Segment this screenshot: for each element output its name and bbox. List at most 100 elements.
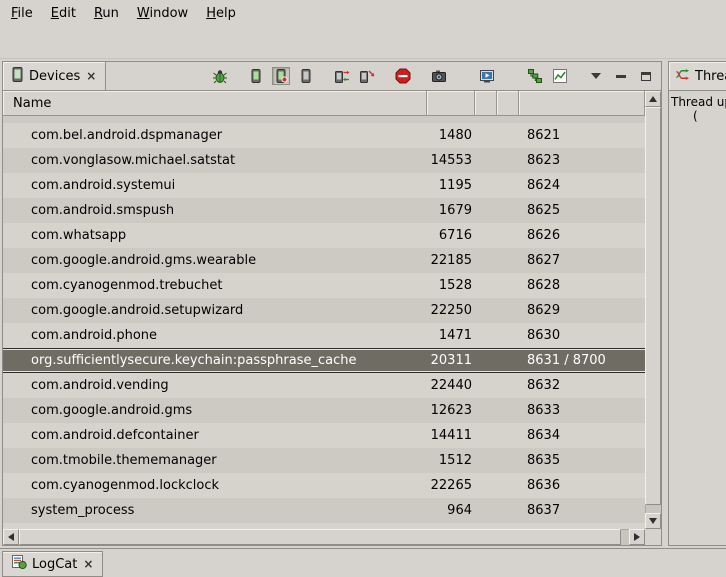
threads-icon bbox=[675, 67, 690, 86]
pid-cell: 14553 bbox=[427, 153, 475, 168]
menubar: File Edit Run Window Help bbox=[0, 0, 726, 26]
horizontal-scrollbar[interactable] bbox=[3, 529, 645, 545]
device-icon bbox=[11, 67, 24, 86]
scroll-right-icon[interactable] bbox=[629, 529, 645, 545]
column-header-port[interactable] bbox=[519, 91, 645, 116]
ddms-window: File Edit Run Window Help Devices × bbox=[0, 0, 726, 577]
start-method-profiling-icon[interactable] bbox=[358, 67, 376, 85]
pid-cell: 22185 bbox=[427, 253, 475, 268]
threads-message-line1: Thread up bbox=[671, 95, 724, 109]
process-name-cell: com.tmobile.thememanager bbox=[3, 453, 427, 468]
update-threads-icon[interactable] bbox=[333, 67, 351, 85]
pid-cell: 22250 bbox=[427, 303, 475, 318]
scroll-left-icon[interactable] bbox=[3, 529, 19, 545]
heap-stack-icon[interactable] bbox=[526, 67, 544, 85]
table-row[interactable]: org.sufficientlysecure.keychain:passphra… bbox=[3, 348, 645, 373]
close-icon[interactable]: × bbox=[85, 69, 97, 83]
process-name-cell: com.android.phone bbox=[3, 328, 427, 343]
minimize-icon[interactable] bbox=[612, 67, 630, 85]
process-table: Name com.bel.android.dspmanager 1480 862… bbox=[3, 91, 661, 545]
scrollbar-corner bbox=[645, 529, 661, 545]
pid-cell: 22440 bbox=[427, 378, 475, 393]
pid-cell: 14411 bbox=[427, 428, 475, 443]
update-heap-icon[interactable] bbox=[247, 67, 265, 85]
menu-edit[interactable]: Edit bbox=[42, 2, 85, 25]
menu-file[interactable]: File bbox=[2, 2, 42, 25]
table-row[interactable]: com.google.android.gms.wearable 22185 86… bbox=[3, 248, 645, 273]
pid-cell: 1528 bbox=[427, 278, 475, 293]
screen-record-icon[interactable] bbox=[478, 67, 496, 85]
port-cell: 8636 bbox=[519, 478, 645, 493]
process-name-cell: com.bel.android.dspmanager bbox=[3, 128, 427, 143]
pid-cell: 20311 bbox=[427, 353, 475, 368]
port-cell: 8626 bbox=[519, 228, 645, 243]
devices-toolbar bbox=[204, 62, 661, 90]
table-row[interactable]: com.whatsapp 6716 8626 bbox=[3, 223, 645, 248]
threads-titlebar: Threads bbox=[669, 62, 726, 91]
threads-view: Threads Thread up ( bbox=[668, 61, 726, 546]
logcat-icon bbox=[11, 554, 27, 574]
network-graph-icon[interactable] bbox=[551, 67, 569, 85]
port-cell: 8629 bbox=[519, 303, 645, 318]
menu-help[interactable]: Help bbox=[197, 2, 245, 25]
column-header-a[interactable] bbox=[475, 91, 497, 116]
bottom-tab-bar: LogCat × bbox=[0, 548, 726, 577]
table-row[interactable]: com.cyanogenmod.trebuchet 1528 8628 bbox=[3, 273, 645, 298]
port-cell: 8630 bbox=[519, 328, 645, 343]
table-row[interactable]: com.android.phone 1471 8630 bbox=[3, 323, 645, 348]
menu-run[interactable]: Run bbox=[85, 2, 128, 25]
tab-threads-label: Threads bbox=[695, 69, 726, 84]
table-row[interactable]: com.android.smspush 1679 8625 bbox=[3, 198, 645, 223]
process-name-cell: com.google.android.gms bbox=[3, 403, 427, 418]
process-name-cell: com.android.defcontainer bbox=[3, 428, 427, 443]
close-icon[interactable]: × bbox=[82, 557, 94, 571]
pid-cell: 1195 bbox=[427, 178, 475, 193]
table-row[interactable]: com.cyanogenmod.lockclock 22265 8636 bbox=[3, 473, 645, 498]
menu-window[interactable]: Window bbox=[128, 2, 197, 25]
table-row[interactable]: com.android.defcontainer 14411 8634 bbox=[3, 423, 645, 448]
vertical-scrollbar[interactable] bbox=[645, 91, 661, 529]
tab-threads[interactable]: Threads bbox=[669, 62, 726, 90]
horizontal-scroll-thumb[interactable] bbox=[19, 529, 621, 545]
table-header: Name bbox=[3, 91, 645, 116]
table-row[interactable]: com.android.systemui 1195 8624 bbox=[3, 173, 645, 198]
port-cell: 8621 bbox=[519, 128, 645, 143]
pid-cell: 964 bbox=[427, 503, 475, 518]
table-row[interactable]: com.google.android.gms 12623 8633 bbox=[3, 398, 645, 423]
table-row[interactable]: com.tmobile.thememanager 1512 8635 bbox=[3, 448, 645, 473]
tab-logcat[interactable]: LogCat × bbox=[2, 551, 103, 577]
table-row[interactable]: com.android.vending 22440 8632 bbox=[3, 373, 645, 398]
stop-process-icon[interactable] bbox=[394, 67, 412, 85]
tab-devices[interactable]: Devices × bbox=[3, 62, 106, 90]
port-cell: 8635 bbox=[519, 453, 645, 468]
process-name-cell: com.vonglasow.michael.satstat bbox=[3, 153, 427, 168]
process-list: com.bel.android.dspmanager 1480 8621 com… bbox=[3, 123, 645, 523]
table-row[interactable]: com.vonglasow.michael.satstat 14553 8623 bbox=[3, 148, 645, 173]
column-header-name[interactable]: Name bbox=[3, 91, 427, 116]
vertical-scroll-thumb[interactable] bbox=[645, 107, 661, 505]
table-row[interactable]: system_process 964 8637 bbox=[3, 498, 645, 523]
column-header-b[interactable] bbox=[497, 91, 519, 116]
devices-titlebar: Devices × bbox=[3, 62, 661, 91]
column-header-pid[interactable] bbox=[427, 91, 475, 116]
pid-cell: 1512 bbox=[427, 453, 475, 468]
table-row[interactable]: com.google.android.setupwizard 22250 862… bbox=[3, 298, 645, 323]
port-cell: 8624 bbox=[519, 178, 645, 193]
scroll-down-icon[interactable] bbox=[645, 513, 661, 529]
debug-process-icon[interactable] bbox=[211, 67, 229, 85]
table-row[interactable]: com.bel.android.dspmanager 1480 8621 bbox=[3, 123, 645, 148]
port-cell: 8627 bbox=[519, 253, 645, 268]
pid-cell: 1679 bbox=[427, 203, 475, 218]
maximize-icon[interactable] bbox=[637, 67, 655, 85]
screen-capture-icon[interactable] bbox=[430, 67, 448, 85]
view-menu-icon[interactable] bbox=[587, 67, 605, 85]
port-cell: 8623 bbox=[519, 153, 645, 168]
threads-message-line2: ( bbox=[693, 109, 724, 123]
pid-cell: 1471 bbox=[427, 328, 475, 343]
scroll-up-icon[interactable] bbox=[645, 91, 661, 107]
dump-hprof-icon[interactable] bbox=[272, 67, 290, 85]
partial-row[interactable] bbox=[3, 116, 645, 123]
port-cell: 8628 bbox=[519, 278, 645, 293]
port-cell: 8631 / 8700 bbox=[519, 353, 645, 368]
cause-gc-icon[interactable] bbox=[297, 67, 315, 85]
